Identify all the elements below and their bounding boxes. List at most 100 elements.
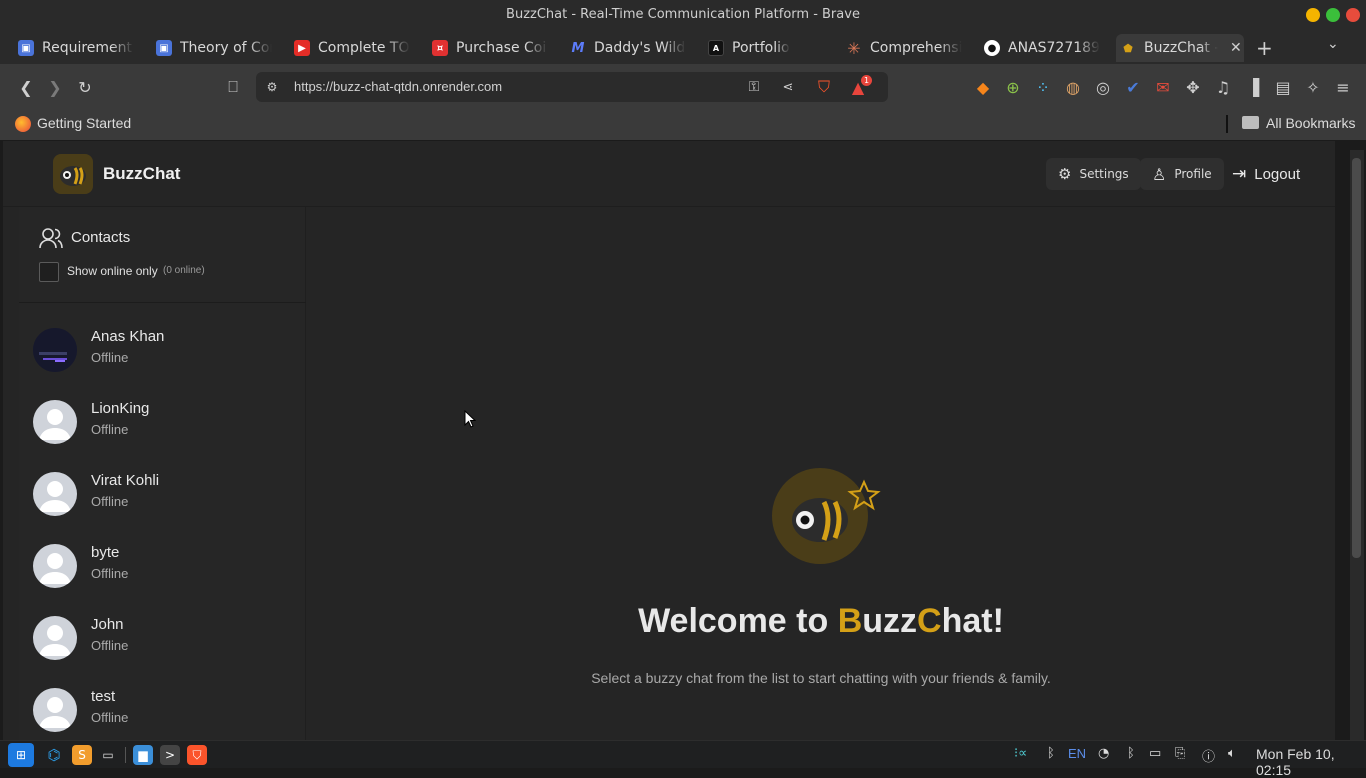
- tab-purchase-coins[interactable]: ¤ Purchase Coins: [428, 34, 548, 62]
- page-scrollbar-thumb[interactable]: [1352, 158, 1361, 558]
- back-icon[interactable]: ❮: [16, 77, 36, 97]
- profile-button[interactable]: ♙ Profile: [1140, 158, 1224, 190]
- dots-extension-icon[interactable]: ⁘: [1033, 77, 1053, 97]
- coin-icon: ¤: [432, 40, 448, 56]
- youtube-icon: ▶: [294, 40, 310, 56]
- os-taskbar: ⊞ ⌬ S ▭ ▆ > ⛉ ⁝∝ ᛒ EN ◔ ᛒ ▭ ⎘ ⓘ 🔈︎ Mon F…: [0, 740, 1366, 778]
- clock[interactable]: Mon Feb 10, 02:15: [1256, 746, 1366, 778]
- info-icon[interactable]: ⓘ: [1202, 746, 1215, 765]
- cookie-icon[interactable]: ◍: [1063, 77, 1083, 97]
- tab-portfolio[interactable]: A Portfolio: [704, 34, 824, 62]
- wallet-icon[interactable]: ▤: [1273, 77, 1293, 97]
- vscode-icon[interactable]: ⌬: [44, 745, 64, 765]
- bluetooth-tray-icon[interactable]: ᛒ: [1127, 746, 1135, 761]
- sidebar-divider: [19, 302, 306, 303]
- logout-icon: ⇥: [1232, 164, 1247, 183]
- avatar: [33, 688, 77, 732]
- online-count: (0 online): [163, 265, 205, 276]
- show-online-label[interactable]: Show online only: [67, 264, 158, 278]
- check-shield-icon[interactable]: ✔: [1123, 77, 1143, 97]
- files-icon[interactable]: ▆: [133, 745, 153, 765]
- mail-icon[interactable]: ✉: [1153, 77, 1173, 97]
- reload-icon[interactable]: ↻: [75, 77, 95, 97]
- minimize-button[interactable]: [1306, 8, 1320, 22]
- doc-icon: ▣: [156, 40, 172, 56]
- tab-strip: ▣ Requirement engineering ▣ Theory of Co…: [0, 30, 1366, 64]
- close-window-button[interactable]: [1346, 8, 1360, 22]
- tab-theory[interactable]: ▣ Theory of Computation: [152, 34, 272, 62]
- rewards-badge: 1: [861, 75, 872, 86]
- welcome-heading: Welcome to BuzzChat!: [638, 602, 1004, 640]
- brave-shields-icon[interactable]: ⛉: [814, 77, 834, 97]
- avatar: [33, 328, 77, 372]
- taskbar-divider: [125, 747, 126, 763]
- claude-icon: ✳: [847, 38, 861, 58]
- window-titlebar: BuzzChat - Real-Time Communication Platf…: [0, 0, 1366, 30]
- key-icon[interactable]: ⚿: [744, 77, 764, 97]
- avatar: [33, 400, 77, 444]
- contact-lionking[interactable]: LionKing Offline: [33, 394, 293, 454]
- share-icon[interactable]: ⋖: [778, 77, 798, 97]
- sidebar-toggle-icon[interactable]: ▐: [1243, 77, 1263, 97]
- settings-button[interactable]: ⚙ Settings: [1046, 158, 1141, 190]
- menu-icon[interactable]: ≡: [1333, 77, 1353, 97]
- bluetooth-icon[interactable]: ᛒ: [1047, 746, 1055, 761]
- terminal-window-icon[interactable]: ▭: [98, 745, 118, 765]
- avatar: [33, 472, 77, 516]
- maximize-button[interactable]: [1326, 8, 1340, 22]
- leo-ai-icon[interactable]: ✧: [1303, 77, 1323, 97]
- bookmark-all-bookmarks[interactable]: All Bookmarks: [1266, 115, 1355, 131]
- bookmark-divider: [1226, 115, 1228, 133]
- tab-list-chevron-icon[interactable]: ⌄: [1327, 36, 1339, 52]
- sublime-icon[interactable]: S: [72, 745, 92, 765]
- wifi-icon[interactable]: ◔: [1098, 746, 1109, 761]
- welcome-subtitle: Select a buzzy chat from the list to sta…: [591, 670, 1051, 686]
- mouse-cursor: [464, 409, 477, 432]
- contact-test[interactable]: test Offline: [33, 682, 293, 742]
- battery-icon[interactable]: ▭: [1149, 746, 1161, 761]
- new-tab-button[interactable]: +: [1256, 36, 1273, 60]
- url-text[interactable]: https://buzz-chat-qtdn.onrender.com: [294, 79, 502, 94]
- show-online-checkbox[interactable]: [39, 262, 59, 282]
- bookmark-getting-started[interactable]: Getting Started: [37, 115, 131, 131]
- contacts-title: Contacts: [71, 229, 131, 246]
- tab-daddys-wild[interactable]: M Daddy's Wild Odyssey: [566, 34, 686, 62]
- brand-logo[interactable]: [53, 154, 93, 194]
- forward-icon[interactable]: ❯: [45, 77, 65, 97]
- terminal-icon[interactable]: >: [160, 745, 180, 765]
- tab-requirement[interactable]: ▣ Requirement engineering: [14, 34, 134, 62]
- avatar: [33, 616, 77, 660]
- contact-john[interactable]: John Offline: [33, 610, 293, 670]
- extensions-puzzle-icon[interactable]: ✥: [1183, 77, 1203, 97]
- tab-buzzchat[interactable]: ⬟ BuzzChat - Real-Time ✕: [1116, 34, 1244, 62]
- tab-comprehensive[interactable]: ✳ Comprehensive: [842, 34, 962, 62]
- plus-extension-icon[interactable]: ⊕: [1003, 77, 1023, 97]
- contacts-icon: [39, 227, 63, 253]
- window-title: BuzzChat - Real-Time Communication Platf…: [506, 7, 860, 22]
- logout-button[interactable]: ⇥ Logout: [1232, 158, 1300, 190]
- contact-virat-kohli[interactable]: Virat Kohli Offline: [33, 466, 293, 526]
- bookmark-icon[interactable]: ⎕: [223, 77, 243, 97]
- target-icon[interactable]: ◎: [1093, 77, 1113, 97]
- tab-github[interactable]: ● ANAS727189/BuzzChat: [980, 34, 1100, 62]
- folder-icon: [1242, 116, 1259, 129]
- bee-icon: ⬟: [1123, 41, 1133, 55]
- avatar: [33, 544, 77, 588]
- welcome-logo: [772, 468, 892, 568]
- close-tab-icon[interactable]: ✕: [1230, 40, 1242, 56]
- contact-byte[interactable]: byte Offline: [33, 538, 293, 598]
- music-icon[interactable]: ♫: [1213, 77, 1233, 97]
- tab-complete-toc[interactable]: ▶ Complete TOC: [290, 34, 410, 62]
- brave-taskbar-icon[interactable]: ⛉: [187, 745, 207, 765]
- volume-icon[interactable]: 🔈︎: [1228, 746, 1236, 761]
- doc-icon: ▣: [18, 40, 34, 56]
- language-indicator[interactable]: EN: [1068, 746, 1086, 761]
- contact-anas-khan[interactable]: Anas Khan Offline: [33, 322, 293, 382]
- gear-icon: ⚙: [1058, 165, 1072, 183]
- app-launcher-icon[interactable]: ⊞: [8, 743, 34, 767]
- metamask-icon[interactable]: ◆: [973, 77, 993, 97]
- site-info-icon[interactable]: ⚙: [262, 77, 282, 97]
- kde-connect-icon[interactable]: ⁝∝: [1014, 746, 1027, 761]
- brand-name: BuzzChat: [103, 164, 181, 183]
- clipboard-icon[interactable]: ⎘: [1175, 746, 1185, 761]
